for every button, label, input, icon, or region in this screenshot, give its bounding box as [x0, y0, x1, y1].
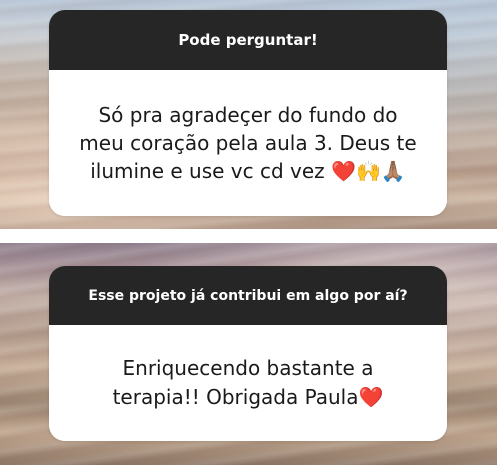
- question-text-1: Pode perguntar!: [178, 31, 318, 49]
- answer-line: ilumine e use vc cd vez: [90, 159, 325, 183]
- question-sticker-2: Esse projeto já contribui em algo por aí…: [49, 266, 447, 441]
- answer-body-1: Só pra agradeçer do fundo do meu coração…: [49, 70, 447, 216]
- answer-text-2: Enriquecendo bastante a terapia!! Obriga…: [113, 354, 384, 412]
- story-divider: [0, 229, 497, 243]
- raised-hands-emoji-icon: 🙌: [355, 159, 381, 183]
- answer-line: terapia!! Obrigada Paula: [112, 385, 359, 409]
- question-sticker-1: Pode perguntar! Só pra agradeçer do fund…: [49, 10, 447, 216]
- question-text-2: Esse projeto já contribui em algo por aí…: [88, 287, 408, 304]
- heart-emoji-icon: ❤️: [358, 385, 384, 409]
- answer-line: Enriquecendo bastante a: [122, 356, 374, 380]
- answer-line-with-emoji: terapia!! Obrigada Paula❤️: [113, 383, 384, 412]
- answer-line-with-emojis: ilumine e use vc cd vez ❤️🙌🙏🏽: [79, 157, 416, 185]
- answer-text-1: Só pra agradeçer do fundo do meu coração…: [79, 101, 416, 185]
- answer-line: Só pra agradeçer do fundo do: [98, 103, 398, 127]
- folded-hands-emoji-icon: 🙏🏽: [380, 159, 406, 183]
- heart-emoji-icon: ❤️: [331, 159, 356, 183]
- question-header-2: Esse projeto já contribui em algo por aí…: [49, 266, 447, 325]
- question-header-1: Pode perguntar!: [49, 10, 447, 70]
- answer-body-2: Enriquecendo bastante a terapia!! Obriga…: [49, 325, 447, 441]
- story-collage: Pode perguntar! Só pra agradeçer do fund…: [0, 0, 497, 465]
- answer-line: meu coração pela aula 3. Deus te: [79, 131, 417, 155]
